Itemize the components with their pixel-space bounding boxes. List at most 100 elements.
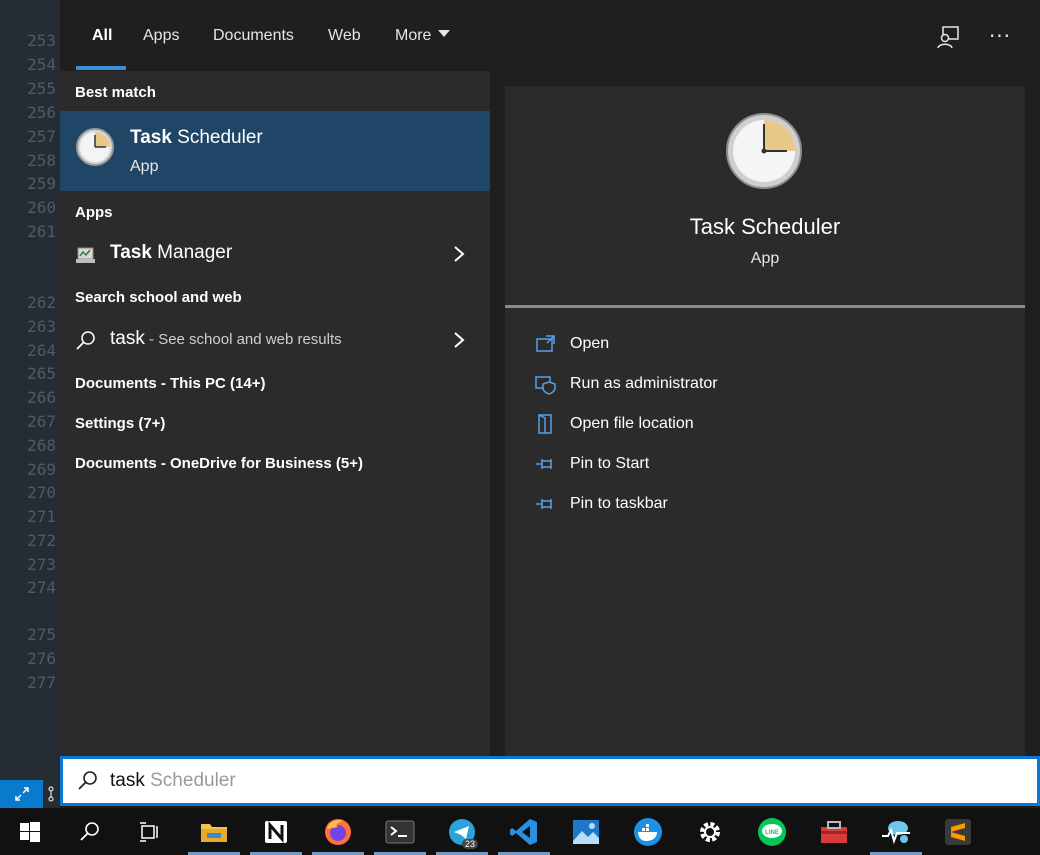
line-number: 271	[27, 507, 56, 526]
tab-apps[interactable]: Apps	[143, 27, 179, 45]
documents-onedrive[interactable]: Documents - OneDrive for Business (5+)	[75, 455, 363, 472]
line-number: 274	[27, 578, 56, 597]
preview-title: Task Scheduler	[689, 214, 841, 239]
vscode-icon	[510, 818, 537, 845]
remote-status-button[interactable]	[0, 780, 43, 808]
line-number: 272	[27, 531, 56, 550]
line-number: 269	[27, 460, 56, 479]
taskbar-azure[interactable]	[866, 808, 926, 855]
task-manager-label-bold: Task	[110, 242, 152, 263]
taskbar-settings[interactable]	[680, 808, 740, 855]
divider	[505, 305, 1025, 308]
search-text: task Scheduler	[110, 770, 236, 792]
chevron-right-icon[interactable]	[452, 330, 466, 350]
filter-tab-bar: All Apps Documents Web More ···	[60, 0, 1040, 71]
tab-documents[interactable]: Documents	[213, 27, 294, 45]
best-match-heading: Best match	[75, 84, 156, 101]
tab-more[interactable]: More	[395, 27, 451, 45]
taskbar-telegram[interactable]: 23	[432, 808, 492, 855]
pin-icon	[536, 499, 552, 509]
tab-web[interactable]: Web	[328, 27, 361, 45]
pin-to-start-action[interactable]: Pin to Start	[535, 451, 995, 481]
search-web-heading: Search school and web	[75, 289, 242, 306]
line-number: 262	[27, 293, 56, 312]
line-number: 265	[27, 364, 56, 383]
search-input[interactable]: task Scheduler	[60, 756, 1040, 806]
line-number: 257	[27, 127, 56, 146]
more-options-icon[interactable]: ···	[987, 24, 1013, 50]
taskbar-search-button[interactable]	[60, 808, 120, 855]
line-number: 261	[27, 222, 56, 241]
chevron-right-icon[interactable]	[452, 244, 466, 264]
taskbar-toolbox[interactable]	[804, 808, 864, 855]
web-search-hint: - See school and web results	[144, 331, 342, 348]
open-file-location-label: Open file location	[570, 415, 694, 432]
start-icon	[20, 821, 40, 842]
notion-icon	[263, 818, 289, 845]
feedback-icon[interactable]	[935, 24, 961, 50]
start-search-panel: All Apps Documents Web More ··· Best mat…	[60, 0, 1040, 808]
telegram-badge: 23	[461, 839, 478, 849]
taskbar-vscode[interactable]	[494, 808, 554, 855]
run-as-admin-label: Run as administrator	[570, 375, 718, 392]
web-search-query: task	[110, 328, 145, 349]
pin-icon	[536, 459, 552, 469]
documents-this-pc[interactable]: Documents - This PC (14+)	[75, 375, 265, 392]
taskbar-line[interactable]: LINE	[742, 808, 802, 855]
file-location-icon	[538, 414, 552, 434]
line-number: 266	[27, 388, 56, 407]
taskbar-docker[interactable]	[618, 808, 678, 855]
open-label: Open	[570, 335, 610, 352]
line-number: 258	[27, 151, 56, 170]
task-view-button[interactable]	[120, 808, 180, 855]
taskbar-sublime[interactable]	[928, 808, 988, 855]
file-explorer-icon	[201, 823, 227, 842]
line-number: 260	[27, 198, 56, 217]
search-typed-text: task	[110, 770, 145, 791]
photos-icon	[573, 819, 599, 844]
tab-more-label: More	[395, 27, 432, 44]
best-match-item[interactable]: Task Scheduler App	[60, 111, 490, 191]
best-match-subtitle: App	[130, 158, 159, 175]
line-number: 255	[27, 79, 56, 98]
line-number: 254	[27, 55, 56, 74]
list-item-web-search[interactable]: task - See school and web results	[60, 320, 490, 360]
results-list: Best match Task Scheduler App Apps Task …	[60, 71, 490, 756]
search-icon	[80, 821, 99, 841]
run-as-admin-action[interactable]: Run as administrator	[535, 371, 995, 401]
tab-all[interactable]: All	[92, 27, 112, 45]
settings-group[interactable]: Settings (7+)	[75, 415, 165, 432]
taskbar-notion[interactable]	[246, 808, 306, 855]
toolbox-icon	[821, 820, 847, 843]
line-number: 256	[27, 103, 56, 122]
remote-icon	[14, 787, 29, 801]
search-autocomplete: Scheduler	[144, 770, 236, 791]
best-match-title-bold: Task	[130, 127, 172, 148]
branch-icon	[48, 786, 54, 802]
line-number: 263	[27, 317, 56, 336]
pin-to-taskbar-action[interactable]: Pin to taskbar	[535, 491, 995, 521]
taskbar-photos[interactable]	[556, 808, 616, 855]
taskbar-terminal[interactable]	[370, 808, 430, 855]
list-item-task-manager[interactable]: Task Manager	[60, 234, 490, 274]
open-action[interactable]: Open	[535, 331, 995, 361]
open-file-location-action[interactable]: Open file location	[535, 411, 995, 441]
line-number: 270	[27, 483, 56, 502]
line-number: 273	[27, 555, 56, 574]
active-tab-indicator	[76, 66, 126, 70]
settings-icon	[700, 821, 720, 842]
apps-heading: Apps	[75, 204, 113, 221]
chevron-down-icon	[438, 30, 451, 38]
start-button[interactable]	[0, 808, 60, 855]
taskbar-file-explorer[interactable]	[184, 808, 244, 855]
line-number: 268	[27, 436, 56, 455]
task-scheduler-icon	[76, 128, 114, 166]
search-icon	[78, 771, 97, 790]
line-number: 259	[27, 174, 56, 193]
azure-icon	[882, 820, 910, 844]
branch-status[interactable]	[48, 780, 60, 808]
taskbar-firefox[interactable]	[308, 808, 368, 855]
shield-icon	[535, 376, 556, 395]
search-icon	[76, 331, 95, 350]
line-number: 276	[27, 649, 56, 668]
